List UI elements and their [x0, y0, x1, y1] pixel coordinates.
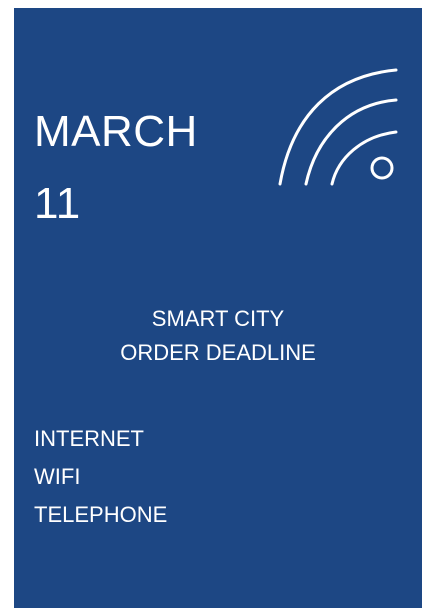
service-item: TELEPHONE: [34, 502, 168, 527]
date-block: MARCH 11: [34, 96, 198, 240]
wifi-arc-middle: [304, 98, 398, 186]
deadline-card: MARCH 11 SMART CITY ORDER DEADLINE INTER…: [14, 8, 422, 608]
headline-line-2: ORDER DEADLINE: [120, 340, 316, 365]
service-item: WIFI: [34, 464, 81, 489]
wifi-signal-icon: [278, 68, 398, 186]
services-list: INTERNET WIFI TELEPHONE: [34, 420, 167, 534]
wifi-dot: [370, 156, 394, 180]
service-item: INTERNET: [34, 426, 144, 451]
date-day: 11: [34, 179, 81, 228]
headline: SMART CITY ORDER DEADLINE: [14, 302, 422, 370]
headline-line-1: SMART CITY: [151, 306, 285, 331]
date-month: MARCH: [34, 107, 198, 156]
